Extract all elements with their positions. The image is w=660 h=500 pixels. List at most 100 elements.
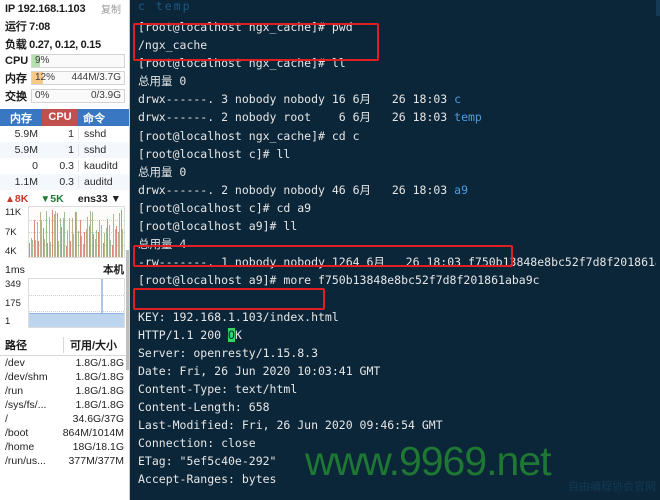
latency-graph-plot [28,278,125,328]
process-cmd: sshd [78,144,129,156]
terminal-line: [root@localhost ngx_cache]# cd c [135,127,660,145]
disk-row[interactable]: /boot 864M/1014M [0,426,129,440]
terminal-line: HTTP/1.1 200 OK [135,326,660,344]
disk-size: 864M/1014M [62,427,124,439]
process-mem: 5.9M [14,144,38,156]
terminal-line: Date: Fri, 26 Jun 2020 10:03:41 GMT [135,362,660,380]
terminal-line-text: [root@localhost ngx_cache]# cd c [138,128,360,143]
network-interface-select[interactable]: ens33 ▼ [78,193,125,205]
process-col-mem: 内存 [10,112,32,125]
network-header: ▲ 8K ▼ 5K ens33 ▼ [0,190,129,206]
terminal-directory-name: c [454,92,462,107]
meter-percent-swap: 0% [35,90,50,101]
disk-row[interactable]: / 34.6G/37G [0,412,129,426]
meter-label-cpu: CPU [5,55,29,67]
axis-tick: 175 [5,297,21,309]
meter-percent-mem: 12% [35,72,56,83]
process-row[interactable]: 5.9M 1 sshd [0,142,129,158]
terminal-line: drwx------. 3 nobody nobody 16 6月 26 18:… [135,90,660,108]
arrow-down-icon: ▼ [40,193,51,205]
terminal-output: [root@localhost ngx_cache]# pwd/ngx_cach… [135,18,660,500]
watermark-text: www.9969.net [305,438,552,484]
terminal-line: drwx------. 2 nobody root 6 6月 26 18:03 … [135,108,660,126]
axis-tick: 349 [5,279,21,290]
terminal-line: [root@localhost ngx_cache]# ll [135,54,660,72]
terminal-line: drwx------. 2 nobody nobody 46 6月 26 18:… [135,181,660,199]
axis-tick: 1 [5,316,11,327]
terminal-line-text: 总用量 0 [138,164,187,179]
ip-row: IP 192.168.1.103 复制 [0,0,129,17]
terminal-line-text: [root@localhost ngx_cache]# pwd [138,20,353,34]
disk-row[interactable]: /run 1.8G/1.8G [0,384,129,398]
network-bar [122,228,124,257]
terminal-line-text: Accept-Ranges: bytes [138,472,277,487]
latency-graph-y-axis: 349 175 1 [4,278,28,328]
terminal-line: [root@localhost a9]# more f750b13848e8bc… [135,271,660,289]
process-mem: 5.9M [14,128,38,140]
disk-row[interactable]: /dev/shm 1.8G/1.8G [0,370,129,384]
sidebar-scrollbar[interactable] [126,0,129,500]
terminal-line-text: Content-Length: 658 [138,399,270,414]
terminal-line-text: Connection: close [138,436,256,451]
disk-row[interactable]: /run/us... 377M/377M [0,454,129,468]
disk-path: /dev/shm [5,371,48,383]
terminal-scrollbar[interactable] [656,0,660,500]
terminal-line: Server: openresty/1.15.8.3 [135,344,660,362]
disk-row[interactable]: /dev 1.8G/1.8G [0,356,129,370]
process-table-header: 内存 CPU 命令 [0,109,129,126]
disk-path: / [5,413,8,425]
terminal-line-text: drwx------. 2 nobody root 6 6月 26 18:03 [138,110,455,125]
disk-col-path: 路径 [5,340,27,352]
disk-table-body: /dev 1.8G/1.8G/dev/shm 1.8G/1.8G/run 1.8G/1… [0,356,129,468]
copy-button[interactable]: 复制 [101,1,124,16]
ip-address-label: IP 192.168.1.103 [5,2,86,15]
terminal-line-text: [root@localhost a9]# ll [138,219,298,234]
disk-path: /boot [5,427,29,439]
process-cmd: kauditd [78,160,129,172]
axis-tick: 4K [5,246,17,257]
disk-row[interactable]: /sys/fs/... 1.8G/1.8G [0,398,129,412]
meter-row-cpu: CPU 9% [0,53,129,69]
meter-row-swap: 交换 0% 0/3.9G [0,87,129,105]
process-row[interactable]: 1.1M 0.3 auditd [0,174,129,190]
terminal-cursor: O [228,327,235,342]
terminal-line: KEY: 192.168.1.103/index.html [135,308,660,326]
terminal-line-text: ETag: "5ef5c40e-292" [138,454,277,469]
disk-size: 1.8G/1.8G [75,357,124,369]
axis-tick: 7K [5,226,17,238]
process-cmd: sshd [78,128,129,140]
process-cpu: 0.3 [59,176,74,188]
meter-value-mem: 444M/3.7G [71,72,121,83]
latency-header: 1ms 本机 [0,258,129,278]
terminal-pane[interactable]: c temp [root@localhost ngx_cache]# pwd/n… [130,0,660,500]
process-col-cpu: CPU [42,109,78,126]
network-interface-label: ens33 [77,193,108,205]
process-cpu: 1 [68,144,74,156]
terminal-line: /ngx_cache [135,36,660,54]
terminal-line-text: [root@localhost c]# cd a9 [138,200,312,215]
disk-path: /run [5,385,24,397]
process-cpu: 0.3 [59,160,74,172]
process-row[interactable]: 5.9M 1 sshd [0,126,129,142]
terminal-line-text: [root@localhost a9]# more f750b13848e8bc… [138,273,540,288]
network-upload-rate: 8K [14,193,29,205]
meter-label-mem: 内存 [5,73,27,85]
meter-value-swap: 0/3.9G [90,90,121,101]
terminal-line-text: [root@localhost c]# ll [138,146,291,161]
terminal-line-text: [root@localhost ngx_cache]# ll [138,56,346,71]
meter-percent-cpu: 9% [35,55,50,66]
terminal-line-text-after: K [234,327,242,342]
disk-col-size: 可用/大小 [63,337,124,353]
process-mem: 1.1M [14,176,38,188]
latency-target-label: 本机 [103,264,124,276]
disk-size: 377M/377M [68,455,124,467]
terminal-line: Last-Modified: Fri, 26 Jun 2020 09:46:54… [135,416,660,434]
terminal-line-text: drwx------. 2 nobody nobody 46 6月 26 18:… [138,182,455,197]
terminal-line: [root@localhost c]# cd a9 [135,199,660,217]
terminal-line: Content-Length: 658 [135,398,660,416]
disk-row[interactable]: /home 18G/18.1G [0,440,129,454]
terminal-line-text: Server: openresty/1.15.8.3 [138,345,319,360]
resource-meters: CPU 9% 内存 12% 444M/3.7G 交换 0% 0/3.9G [0,53,129,105]
process-row[interactable]: 0 0.3 kauditd [0,158,129,174]
